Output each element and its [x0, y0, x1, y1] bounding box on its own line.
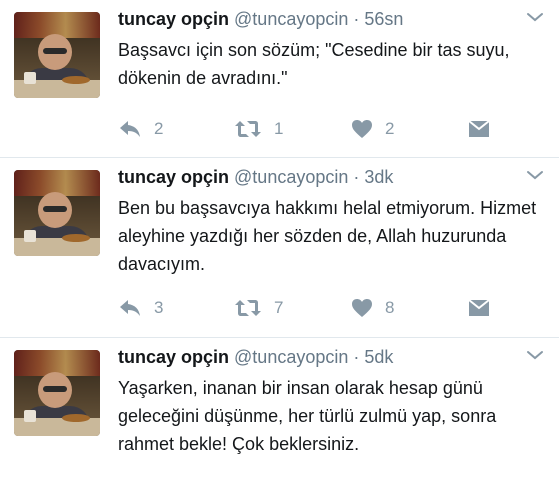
tweet[interactable]: tuncay opçin @tuncayopcin · 3dk Ben bu b…	[0, 158, 559, 338]
user-handle[interactable]: @tuncayopcin	[234, 9, 348, 29]
tweet-actions: 3 7 8	[118, 297, 538, 319]
timestamp[interactable]: 3dk	[364, 167, 393, 187]
avatar-glasses	[43, 48, 67, 54]
timestamp[interactable]: 56sn	[364, 9, 403, 29]
like-count: 8	[385, 298, 395, 317]
display-name[interactable]: tuncay opçin	[118, 167, 229, 187]
reply-icon	[118, 119, 142, 139]
tweet-header: tuncay opçin @tuncayopcin · 5dk	[118, 346, 393, 368]
avatar-cup	[24, 72, 36, 84]
tweet-header: tuncay opçin @tuncayopcin · 3dk	[118, 166, 393, 188]
avatar-plate	[62, 76, 90, 84]
user-handle[interactable]: @tuncayopcin	[234, 347, 348, 367]
chevron-down-icon[interactable]	[525, 10, 545, 24]
reply-count: 3	[154, 298, 164, 317]
chevron-down-icon[interactable]	[525, 168, 545, 182]
reply-icon	[118, 298, 142, 318]
avatar-glasses	[43, 386, 67, 392]
retweet-count: 1	[274, 119, 284, 138]
avatar-plate	[62, 234, 90, 242]
like-button[interactable]: 8	[351, 297, 394, 319]
retweet-button[interactable]: 1	[234, 118, 283, 140]
envelope-icon	[468, 120, 490, 138]
avatar-glasses	[43, 206, 67, 212]
direct-message-button[interactable]	[468, 118, 490, 140]
chevron-down-icon[interactable]	[525, 348, 545, 362]
timestamp[interactable]: 5dk	[364, 347, 393, 367]
retweet-icon	[234, 298, 262, 318]
reply-button[interactable]: 2	[118, 118, 163, 140]
separator: ·	[353, 167, 360, 187]
user-handle[interactable]: @tuncayopcin	[234, 167, 348, 187]
heart-icon	[351, 119, 373, 139]
separator: ·	[353, 347, 360, 367]
avatar[interactable]	[14, 170, 100, 256]
direct-message-button[interactable]	[468, 297, 490, 319]
display-name[interactable]: tuncay opçin	[118, 9, 229, 29]
separator: ·	[353, 9, 360, 29]
retweet-count: 7	[274, 298, 284, 317]
envelope-icon	[468, 299, 490, 317]
tweet[interactable]: tuncay opçin @tuncayopcin · 5dk Yaşarken…	[0, 338, 559, 482]
avatar-plate	[62, 414, 90, 422]
like-button[interactable]: 2	[351, 118, 394, 140]
reply-count: 2	[154, 119, 164, 138]
tweet-text: Yaşarken, inanan bir insan olarak hesap …	[118, 378, 497, 454]
tweet-text: Ben bu başsavcıya hakkımı helal etmiyoru…	[118, 198, 537, 274]
like-count: 2	[385, 119, 395, 138]
avatar-cup	[24, 410, 36, 422]
tweet-text: Başsavcı için son sözüm; "Cesedine bir t…	[118, 40, 510, 88]
tweet-actions: 2 1 2	[118, 118, 538, 140]
heart-icon	[351, 298, 373, 318]
avatar[interactable]	[14, 12, 100, 98]
reply-button[interactable]: 3	[118, 297, 163, 319]
avatar-cup	[24, 230, 36, 242]
avatar[interactable]	[14, 350, 100, 436]
tweet[interactable]: tuncay opçin @tuncayopcin · 56sn Başsavc…	[0, 0, 559, 158]
retweet-button[interactable]: 7	[234, 297, 283, 319]
retweet-icon	[234, 119, 262, 139]
display-name[interactable]: tuncay opçin	[118, 347, 229, 367]
tweet-header: tuncay opçin @tuncayopcin · 56sn	[118, 8, 403, 30]
